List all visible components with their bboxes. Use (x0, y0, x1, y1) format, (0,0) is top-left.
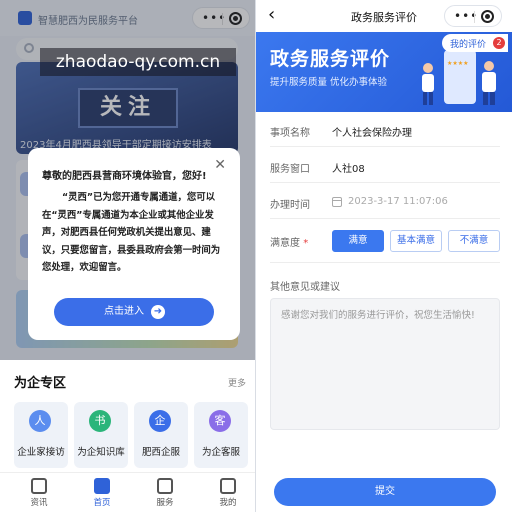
satisfaction-option-satisfied[interactable]: 满意 (332, 230, 384, 252)
grid-icon (157, 478, 173, 494)
submit-button[interactable]: 提交 (274, 478, 496, 506)
right-nav-bar: ‹ 政务服务评价 ••• (256, 0, 512, 32)
book-icon: 书 (89, 410, 111, 432)
user-icon (220, 478, 236, 494)
panel-divider (255, 0, 256, 512)
service-label: 肥西企服 (141, 447, 180, 458)
home-icon (94, 478, 110, 494)
tab-label: 资讯 (30, 498, 48, 508)
service-feixi-enterprise[interactable]: 企 肥西企服 (134, 402, 188, 468)
enter-button[interactable]: 点击进入 ➜ (54, 298, 214, 326)
service-customer-support[interactable]: 客 为企客服 (194, 402, 248, 468)
comment-textarea[interactable]: 感谢您对我们的服务进行评价，祝您生活愉快! (270, 298, 500, 430)
watermark: zhaodao-qy.com.cn (40, 48, 236, 76)
section-title: 为企专区 (14, 376, 67, 391)
review-count-badge: 2 (493, 37, 505, 49)
required-mark: * (303, 238, 309, 249)
comment-label: 其他意见或建议 (270, 282, 340, 293)
my-reviews-label: 我的评价 (450, 40, 487, 50)
enterprise-zone: 为企专区 更多 人 企业家接访 书 为企知识库 企 肥西企服 客 为企客服 (0, 360, 256, 480)
phone-illustration-icon: ★★★★ (444, 50, 476, 104)
service-label: 企业家接访 (17, 447, 65, 458)
welcome-dialog: ✕ 尊敬的肥西县营商环境体验官，您好! “灵西”已为您开通专属通道，您可以在“灵… (28, 148, 240, 340)
headset-icon: 客 (209, 410, 231, 432)
satisfaction-option-unsatisfied[interactable]: 不满意 (448, 230, 500, 252)
service-window-value: 人社08 (332, 164, 365, 175)
tab-label: 首页 (93, 498, 111, 508)
building-icon: 企 (149, 410, 171, 432)
capsule-divider (474, 11, 475, 23)
item-name-value: 个人社会保险办理 (332, 128, 412, 139)
service-label: 为企客服 (201, 447, 240, 458)
news-icon (31, 478, 47, 494)
service-window-label: 服务窗口 (270, 164, 310, 175)
row-divider (270, 146, 500, 147)
person-illustration-icon (482, 61, 496, 105)
dialog-body: “灵西”已为您开通专属通道，您可以在“灵西”专属通道为本企业或其他企业发声，对肥… (42, 192, 221, 273)
tab-news[interactable]: 资讯 (14, 475, 64, 511)
right-screen: ‹ 政务服务评价 ••• 政务服务评价 提升服务质量 优化办事体验 ★★★★ 我… (256, 0, 512, 512)
rating-stars-icon: ★★★★ (447, 60, 469, 67)
calendar-icon (332, 197, 342, 207)
handle-time-label: 办理时间 (270, 200, 310, 211)
row-divider (270, 262, 500, 263)
row-divider (270, 182, 500, 183)
satisfaction-label-text: 满意度 (270, 238, 300, 249)
bottom-tab-bar: 资讯 首页 服务 我的 (0, 472, 256, 512)
satisfaction-label: 满意度 * (270, 234, 308, 249)
hero-title: 政务服务评价 (270, 48, 391, 70)
enter-button-label: 点击进入 (104, 306, 144, 317)
close-icon[interactable]: ✕ (214, 158, 226, 172)
close-target-icon[interactable] (481, 10, 494, 23)
right-mini-program-capsule[interactable]: ••• (444, 5, 502, 27)
left-screen: 智慧肥西为民服务平台 ••• 关注 2023年4月肥西县领导干部定期接访安排表 … (0, 0, 256, 512)
tab-services[interactable]: 服务 (140, 475, 190, 511)
tab-label: 我的 (219, 498, 237, 508)
arrow-right-icon: ➜ (151, 305, 165, 319)
tab-label: 服务 (156, 498, 174, 508)
my-reviews-button[interactable]: 我的评价 2 (442, 34, 508, 52)
person-icon: 人 (29, 410, 51, 432)
service-knowledge-base[interactable]: 书 为企知识库 (74, 402, 128, 468)
dialog-greeting: 尊敬的肥西县营商环境体验官，您好! (42, 171, 207, 182)
handle-time-value[interactable]: 2023-3-17 11:07:06 (348, 196, 448, 207)
tab-home[interactable]: 首页 (77, 475, 127, 511)
evaluation-hero-banner: 政务服务评价 提升服务质量 优化办事体验 ★★★★ 我的评价 2 (256, 32, 512, 112)
service-entrepreneur-visit[interactable]: 人 企业家接访 (14, 402, 68, 468)
hero-subtitle: 提升服务质量 优化办事体验 (270, 77, 388, 88)
more-link[interactable]: 更多 (228, 376, 246, 389)
person-illustration-icon (422, 63, 434, 105)
satisfaction-option-basic[interactable]: 基本满意 (390, 230, 442, 252)
row-divider (270, 218, 500, 219)
item-name-label: 事项名称 (270, 128, 310, 139)
tab-mine[interactable]: 我的 (203, 475, 253, 511)
service-label: 为企知识库 (77, 447, 125, 458)
